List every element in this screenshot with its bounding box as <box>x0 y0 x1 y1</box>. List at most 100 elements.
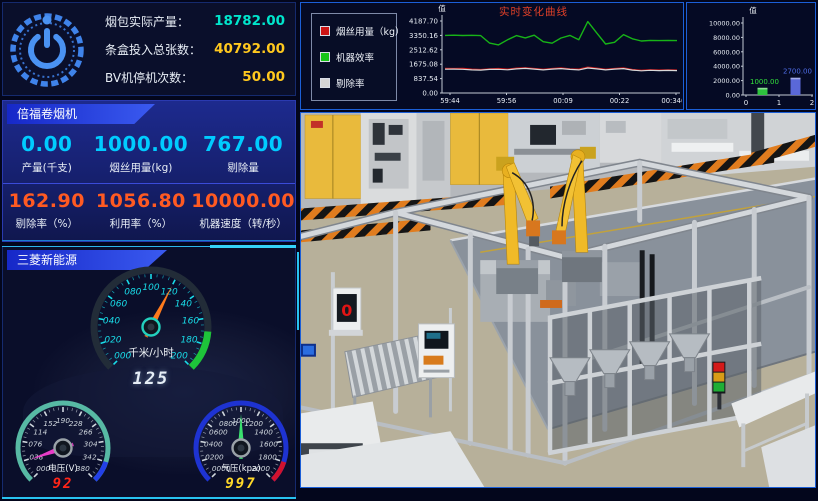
bar-chart-panel: 值10000.008000.006000.004000.002000.000.0… <box>686 2 816 110</box>
svg-text:040: 040 <box>103 317 120 327</box>
svg-text:10000.00: 10000.00 <box>709 20 740 28</box>
stat-label: BV机停机次数： <box>105 69 193 86</box>
bottom-accent-line <box>2 497 296 499</box>
svg-text:值: 值 <box>438 3 446 13</box>
machine-screen <box>530 125 556 145</box>
svg-text:00:09: 00:09 <box>553 97 573 105</box>
svg-text:1: 1 <box>777 99 781 107</box>
legend-item-efficiency[interactable]: 机器效率 <box>320 50 396 64</box>
machine-panel-title: 倍福卷烟机 <box>7 104 155 124</box>
svg-text:0.00: 0.00 <box>422 90 438 98</box>
stat-value: 50.00 <box>242 69 285 85</box>
svg-text:1675.08: 1675.08 <box>409 61 438 69</box>
stat-label: 烟包实际产量： <box>105 13 189 30</box>
kpi-label: 产量(千支) <box>3 160 91 175</box>
kpi-label: 烟丝用量(kg) <box>91 160 192 175</box>
production-stats-panel: 烟包实际产量： 18782.00 条盒投入总张数： 40792.00 BV机停机… <box>2 2 296 96</box>
stat-value: 18782.00 <box>214 13 285 29</box>
company-logo <box>3 4 91 94</box>
kpi-label: 机器速度（转/秒） <box>191 216 295 231</box>
svg-text:0400: 0400 <box>204 440 223 449</box>
svg-text:00:34(S): 00:34(S) <box>661 97 682 105</box>
realtime-line-plot: 值4187.703350.162512.621675.08837.540.005… <box>396 3 682 109</box>
factory-scene: 0 <box>301 113 815 487</box>
svg-text:3350.16: 3350.16 <box>409 32 438 40</box>
pressure-gauge-unit: 气压(kpa) <box>187 462 295 474</box>
svg-text:020: 020 <box>104 335 121 345</box>
kpi-label: 剔除率（%） <box>3 216 91 231</box>
red-light <box>713 363 724 372</box>
svg-text:2000.00: 2000.00 <box>713 77 740 85</box>
divider-accent <box>210 245 296 248</box>
svg-text:342: 342 <box>83 453 97 462</box>
bar-plot: 值10000.008000.006000.004000.002000.000.0… <box>687 5 815 109</box>
svg-text:0.00: 0.00 <box>726 92 740 100</box>
chart-legend: 烟丝用量（kg） 机器效率 剔除率 <box>311 13 397 101</box>
svg-text:4187.70: 4187.70 <box>409 18 438 26</box>
power-gear-logo-icon <box>8 6 86 92</box>
svg-text:1600: 1600 <box>259 440 278 449</box>
kpi-value: 1000.00 <box>91 132 192 156</box>
realtime-line-chart-panel: 烟丝用量（kg） 机器效率 剔除率 实时变化曲线 值4187.703350.16… <box>300 2 684 110</box>
svg-text:080: 080 <box>124 287 141 297</box>
left-column: 烟包实际产量： 18782.00 条盒投入总张数： 40792.00 BV机停机… <box>2 2 296 499</box>
kpi-utilization: 1056.80 利用率（%） <box>91 184 192 239</box>
kpi-value: 162.90 <box>3 190 91 212</box>
voltage-gauge-reading: 92 <box>9 476 117 492</box>
amber-light <box>713 373 724 382</box>
svg-text:0200: 0200 <box>205 453 224 462</box>
stats-rows: 烟包实际产量： 18782.00 条盒投入总张数： 40792.00 BV机停机… <box>91 7 295 91</box>
kpi-value: 1056.80 <box>91 190 192 212</box>
counter-value: 0 <box>341 301 352 320</box>
svg-text:140: 140 <box>175 299 192 309</box>
kpi-machine-speed: 10000.00 机器速度（转/秒） <box>191 184 295 239</box>
stat-row-pack-output: 烟包实际产量： 18782.00 <box>91 13 285 30</box>
speed-gauge-reading: 125 <box>85 369 217 389</box>
svg-text:1000.00: 1000.00 <box>750 78 779 86</box>
stat-row-carton-input: 条盒投入总张数： 40792.00 <box>91 41 285 58</box>
machine-kpi-grid: 0.00 产量(千支) 1000.00 烟丝用量(kg) 767.00 剔除量 … <box>3 126 295 239</box>
svg-text:100: 100 <box>142 283 159 293</box>
svg-text:120: 120 <box>161 287 178 297</box>
svg-text:0600: 0600 <box>209 428 228 437</box>
legend-label: 烟丝用量（kg） <box>336 24 405 38</box>
svg-text:060: 060 <box>110 299 127 309</box>
kpi-reject-rate: 162.90 剔除率（%） <box>3 184 91 239</box>
svg-text:180: 180 <box>180 335 197 345</box>
legend-swatch-green <box>320 52 330 62</box>
pressure-gauge: 0000020004000600080010001200140016001800… <box>187 394 295 498</box>
svg-text:59:56: 59:56 <box>497 97 517 105</box>
svg-text:59:44: 59:44 <box>440 97 460 105</box>
edge-accent-line <box>297 252 299 330</box>
svg-text:2700.00: 2700.00 <box>783 68 812 76</box>
green-light <box>713 383 724 392</box>
legend-label: 机器效率 <box>336 50 374 64</box>
kpi-tobacco-used: 1000.00 烟丝用量(kg) <box>91 126 192 184</box>
kpi-rejects: 767.00 剔除量 <box>191 126 295 184</box>
stat-row-bv-stops: BV机停机次数： 50.00 <box>91 69 285 86</box>
kpi-value: 10000.00 <box>191 190 295 212</box>
dashboard-root: 烟包实际产量： 18782.00 条盒投入总张数： 40792.00 BV机停机… <box>0 0 818 501</box>
cigarette-machine-panel: 倍福卷烟机 0.00 产量(千支) 1000.00 烟丝用量(kg) 767.0… <box>2 100 296 242</box>
svg-text:266: 266 <box>79 428 93 437</box>
svg-text:160: 160 <box>182 317 199 327</box>
voltage-gauge: 000038076114152190228266304342380 电压(V) … <box>9 394 117 498</box>
svg-text:8000.00: 8000.00 <box>713 34 740 42</box>
kpi-value: 767.00 <box>191 132 295 156</box>
svg-text:6000.00: 6000.00 <box>713 48 740 56</box>
svg-text:114: 114 <box>33 428 47 437</box>
stat-label: 条盒投入总张数： <box>105 41 201 58</box>
svg-text:304: 304 <box>84 440 98 449</box>
energy-gauges-panel: 三菱新能源 000020040060080100120140160180200 … <box>2 246 296 498</box>
svg-text:1400: 1400 <box>254 428 273 437</box>
svg-text:2: 2 <box>810 99 814 107</box>
svg-text:2512.62: 2512.62 <box>409 46 438 54</box>
factory-3d-viewport[interactable]: 0 <box>300 112 816 488</box>
legend-item-tobacco[interactable]: 烟丝用量（kg） <box>320 24 396 38</box>
svg-text:值: 值 <box>749 5 757 15</box>
stat-value: 40792.00 <box>214 41 285 57</box>
legend-label: 剔除率 <box>336 76 365 90</box>
legend-item-reject[interactable]: 剔除率 <box>320 76 396 90</box>
svg-text:00:22: 00:22 <box>610 97 630 105</box>
kpi-label: 剔除量 <box>191 160 295 175</box>
